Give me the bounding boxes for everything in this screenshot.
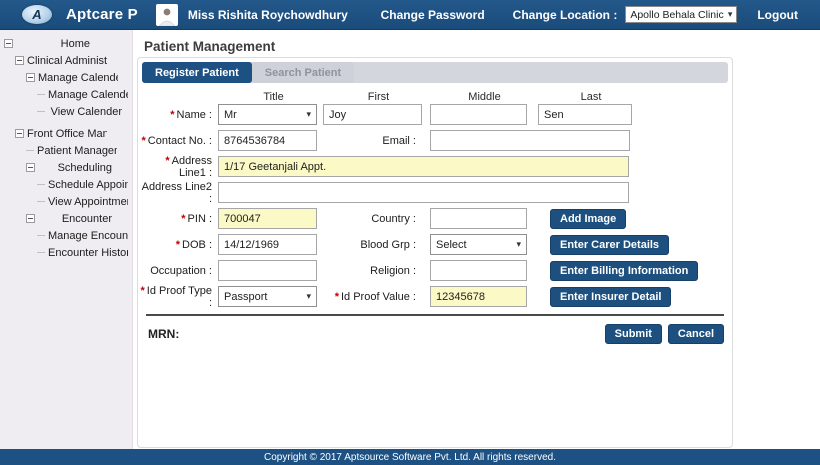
religion-label: Religion : [317,265,423,277]
address2-row: Address Line2 : [138,182,732,203]
sidebar-item-view-calender[interactable]: View Calender [0,103,132,120]
tree-connector [37,201,45,202]
enter-carer-details-button[interactable]: Enter Carer Details [550,235,669,255]
mrn-label: MRN: [148,327,179,341]
chevron-down-icon: ▾ [516,239,521,250]
sidebar-item-schedule-appointment[interactable]: Schedule Appointment [0,176,132,193]
sidebar-item-manage-encounter[interactable]: Manage Encounter [0,227,132,244]
country-input[interactable] [430,208,527,229]
tree-connector [26,150,34,151]
sidebar-item-patient-management[interactable]: Patient Management [0,142,132,159]
address1-label: *Address Line1 : [138,155,218,179]
collapse-icon[interactable] [4,39,13,48]
id-proof-value-input[interactable] [430,286,527,307]
change-password-link[interactable]: Change Password [381,8,485,22]
dob-input[interactable] [218,234,317,255]
change-location-label: Change Location : [513,8,618,22]
pin-input[interactable] [218,208,317,229]
address-line1-input[interactable] [218,156,629,177]
footer-bar: Copyright © 2017 Aptsource Software Pvt.… [0,449,820,465]
tree-connector [37,94,45,95]
chevron-down-icon: ▾ [306,291,311,302]
tree-connector [37,235,45,236]
mrn-row: MRN: Submit Cancel [138,322,732,344]
occupation-label: Occupation : [138,265,218,277]
patient-form: Title First Middle Last *Name : Mr ▾ *Co… [138,83,732,344]
sidebar-item-scheduling[interactable]: Scheduling [0,159,132,176]
collapse-icon[interactable] [15,56,24,65]
address1-row: *Address Line1 : [138,156,732,177]
name-label: *Name : [138,109,218,121]
blood-grp-select[interactable]: Select ▾ [430,234,527,255]
enter-insurer-detail-button[interactable]: Enter Insurer Detail [550,287,671,307]
page-title: Patient Management [144,39,275,54]
location-select[interactable]: Apollo Behala Clinic ▾ [625,6,737,23]
enter-billing-information-button[interactable]: Enter Billing Information [550,261,698,281]
sidebar-item-encounter-history[interactable]: Encounter History [0,244,132,261]
sidebar-item-view-appointment[interactable]: View Appointment [0,193,132,210]
id-proof-type-select[interactable]: Passport ▾ [218,286,317,307]
blood-grp-label: Blood Grp : [317,239,423,251]
tab-register-patient[interactable]: Register Patient [142,62,252,83]
sidebar-item-manage-calender-group[interactable]: Manage Calender [0,69,132,86]
address-line2-input[interactable] [218,182,629,203]
email-label: Email : [317,135,423,147]
middle-name-input[interactable] [430,104,527,125]
tab-search-patient[interactable]: Search Patient [252,62,354,83]
id-proof-type-label: *Id Proof Type : [138,285,218,309]
user-name: Miss Rishita Roychowdhury [188,8,348,22]
tree-connector [37,184,45,185]
dob-label: *DOB : [138,239,218,251]
logout-link[interactable]: Logout [757,8,798,22]
collapse-icon[interactable] [26,73,35,82]
sidebar-item-encounter[interactable]: Encounter [0,210,132,227]
id-proof-row: *Id Proof Type : Passport ▾ *Id Proof Va… [138,286,732,307]
app-logo-icon: A [22,5,52,24]
collapse-icon[interactable] [26,214,35,223]
section-divider [146,314,724,316]
top-header: A Aptcare P Miss Rishita Roychowdhury Ch… [0,0,820,30]
cancel-button[interactable]: Cancel [668,324,724,344]
title-select[interactable]: Mr ▾ [218,104,317,125]
copyright-text: Copyright © 2017 Aptsource Software Pvt.… [264,452,556,463]
country-label: Country : [317,213,423,225]
user-avatar [156,4,178,26]
tab-bar: Register Patient Search Patient [142,62,728,83]
id-proof-value-label: *Id Proof Value : [317,291,423,303]
sidebar-item-clinical-administration[interactable]: Clinical Administration [0,52,132,69]
sidebar-item-manage-calender[interactable]: Manage Calender [0,86,132,103]
location-selected-value: Apollo Behala Clinic [630,9,723,21]
first-name-input[interactable] [323,104,422,125]
contact-input[interactable] [218,130,317,151]
collapse-icon[interactable] [15,129,24,138]
occupation-input[interactable] [218,260,317,281]
name-row: *Name : Mr ▾ [138,104,732,125]
address2-label: Address Line2 : [138,181,218,205]
chevron-down-icon: ▾ [728,9,733,20]
religion-input[interactable] [430,260,527,281]
tree-connector [37,111,45,112]
dob-row: *DOB : Blood Grp : Select ▾ Enter Carer … [138,234,732,255]
tree-connector [37,252,45,253]
register-patient-panel: Register Patient Search Patient Title Fi… [137,57,733,448]
sidebar-navigation: Home Clinical Administration Manage Cale… [0,30,133,449]
sidebar-item-home[interactable]: Home [0,35,132,52]
person-icon [158,6,176,26]
submit-button[interactable]: Submit [605,324,662,344]
pin-label: *PIN : [138,213,218,225]
name-column-headers: Title First Middle Last [138,90,732,103]
contact-label: *Contact No. : [138,135,218,147]
occupation-row: Occupation : Religion : Enter Billing In… [138,260,732,281]
contact-row: *Contact No. : Email : [138,130,732,151]
last-name-input[interactable] [538,104,632,125]
email-input[interactable] [430,130,630,151]
app-title: Aptcare P [66,6,138,23]
collapse-icon[interactable] [26,163,35,172]
pin-row: *PIN : Country : Add Image [138,208,732,229]
sidebar-item-front-office-management[interactable]: Front Office Management [0,125,132,142]
chevron-down-icon: ▾ [306,109,311,120]
add-image-button[interactable]: Add Image [550,209,626,229]
